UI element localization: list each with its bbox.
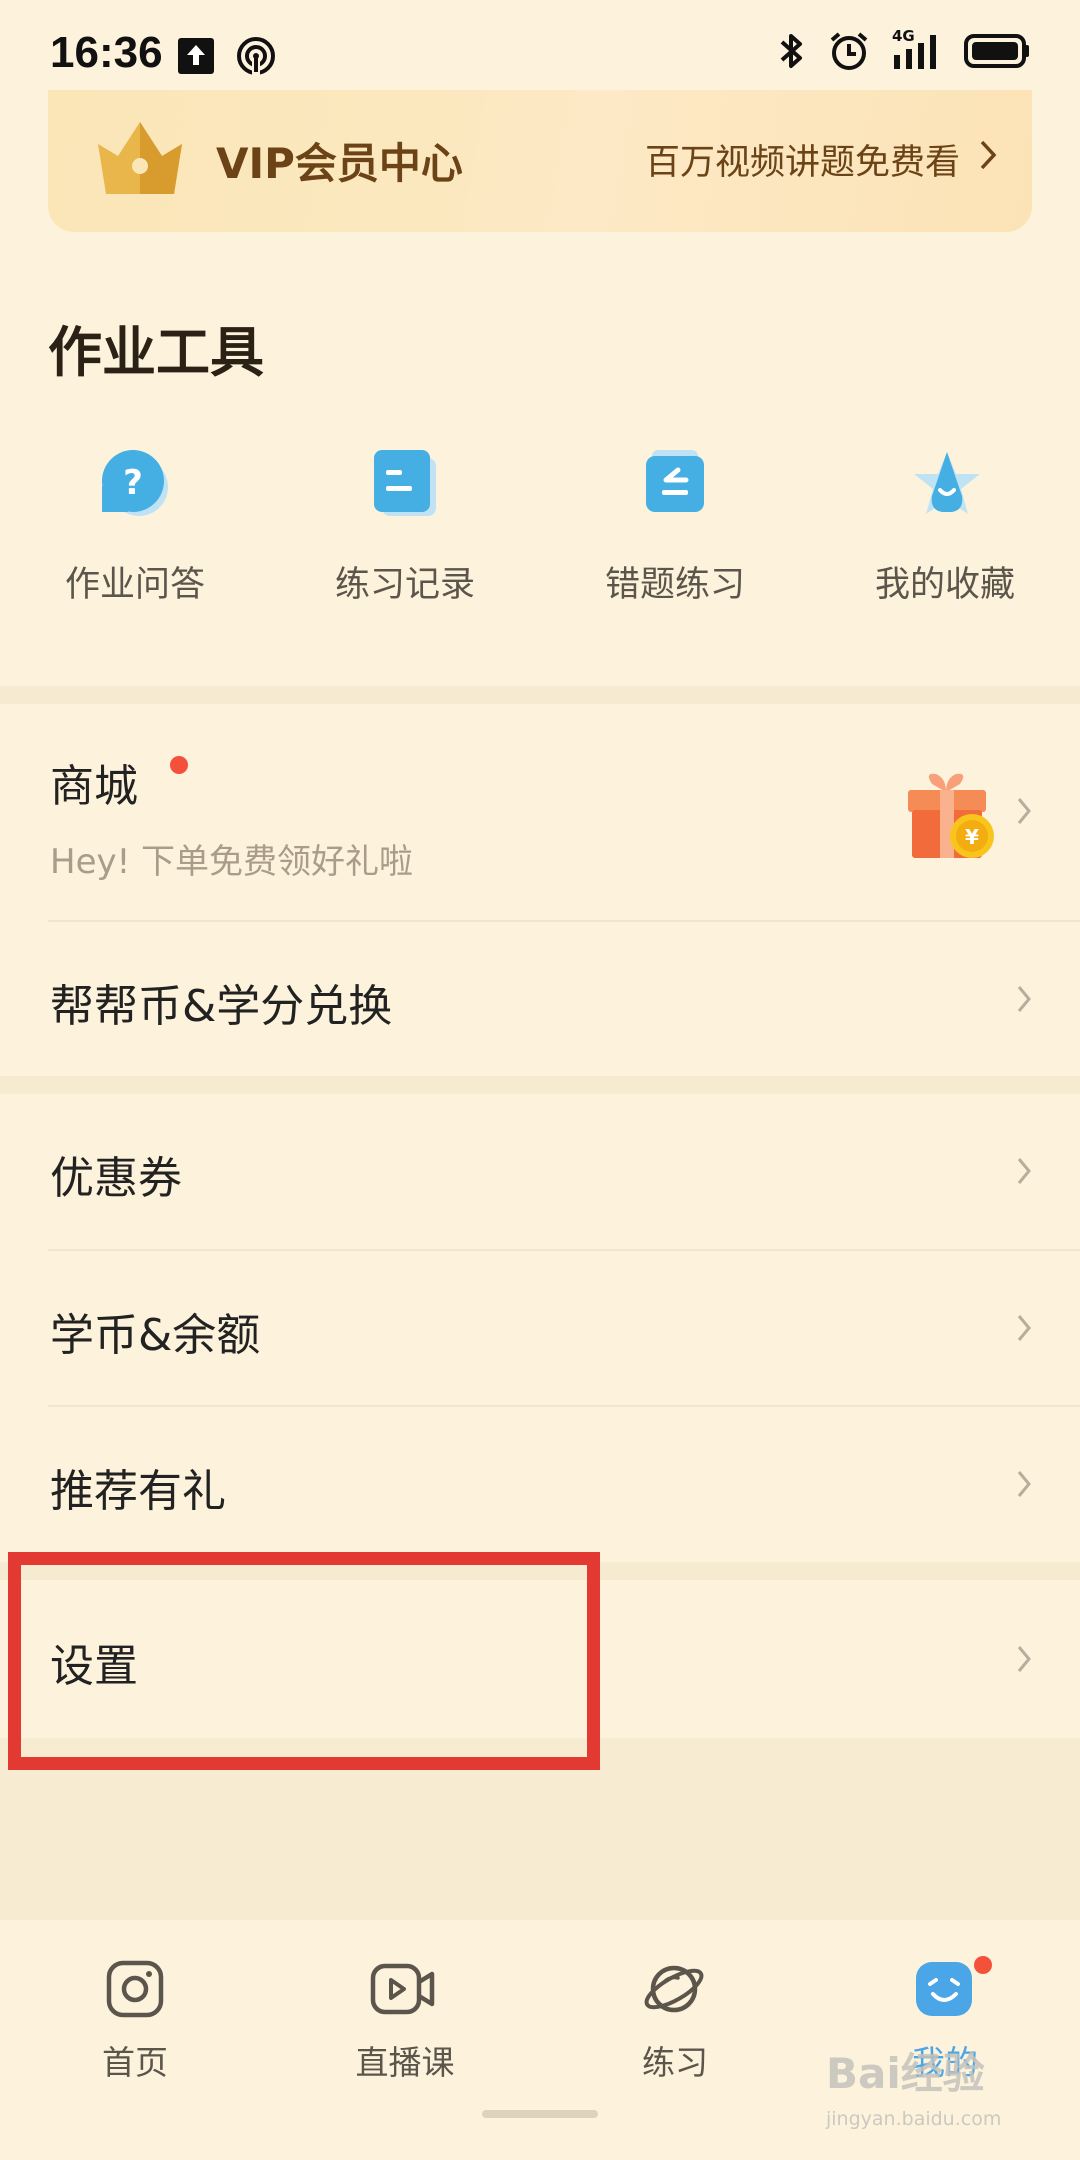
tool-my-collection[interactable]: 我的收藏 bbox=[810, 440, 1080, 620]
nav-home[interactable]: 首页 bbox=[0, 1944, 270, 2094]
balance-label: 学币&余额 bbox=[50, 1310, 261, 1361]
coupon-label: 优惠券 bbox=[50, 1153, 182, 1204]
vip-subtitle: 百万视频讲题免费看 bbox=[644, 143, 960, 183]
question-bubble-icon: ? bbox=[102, 450, 168, 516]
wrong-question-icon bbox=[642, 450, 708, 516]
nav-label: 直播课 bbox=[355, 2043, 455, 2082]
mall-title: 商城 bbox=[50, 761, 138, 812]
section-divider bbox=[0, 686, 1080, 704]
referral-label: 推荐有礼 bbox=[50, 1466, 226, 1517]
battery-icon bbox=[964, 34, 1029, 68]
tool-label: 我的收藏 bbox=[874, 565, 1015, 605]
chevron-right-icon bbox=[1016, 984, 1032, 1018]
svg-text:¥: ¥ bbox=[965, 825, 979, 849]
vip-title: VIP会员中心 bbox=[216, 139, 463, 188]
settings-highlight-box bbox=[8, 1552, 600, 1770]
crown-icon bbox=[92, 116, 188, 206]
svg-text:?: ? bbox=[123, 463, 143, 503]
chevron-right-icon bbox=[1016, 1313, 1032, 1347]
mall-row[interactable]: 商城 Hey! 下单免费领好礼啦 ¥ bbox=[0, 704, 1080, 920]
nav-label: 练习 bbox=[642, 2043, 708, 2082]
status-icons: 4G bbox=[778, 27, 1030, 72]
tool-wrong-questions[interactable]: 错题练习 bbox=[540, 440, 810, 620]
signal-icon: 4G bbox=[892, 27, 942, 71]
alarm-icon bbox=[830, 32, 868, 70]
chevron-right-icon bbox=[1016, 1156, 1032, 1190]
star-collection-icon bbox=[912, 450, 980, 516]
exchange-label: 帮帮币&学分兑换 bbox=[50, 981, 393, 1032]
vip-banner[interactable]: VIP会员中心 百万视频讲题免费看 bbox=[48, 90, 1032, 232]
record-note-icon bbox=[372, 450, 438, 516]
tool-practice-record[interactable]: 练习记录 bbox=[270, 440, 540, 620]
balance-row[interactable]: 学币&余额 bbox=[0, 1251, 1080, 1405]
home-indicator[interactable] bbox=[482, 2110, 598, 2118]
tool-label: 错题练习 bbox=[604, 565, 745, 605]
chevron-right-icon bbox=[1016, 796, 1032, 830]
nav-badge-dot bbox=[974, 1956, 992, 1974]
smiley-profile-icon bbox=[916, 1960, 974, 2022]
section-divider bbox=[0, 1076, 1080, 1094]
mall-subtitle: Hey! 下单免费领好礼啦 bbox=[50, 842, 414, 882]
tool-homework-qa[interactable]: ? 作业问答 bbox=[0, 440, 270, 620]
watermark: Bai经验 jingyan.baidu.com bbox=[826, 2040, 1026, 2150]
chevron-right-icon bbox=[1016, 1469, 1032, 1503]
mall-badge-dot bbox=[170, 756, 188, 774]
upload-notification-icon bbox=[178, 38, 214, 74]
watermark-logo: Bai经验 bbox=[826, 2049, 985, 2098]
chevron-right-icon bbox=[978, 138, 998, 176]
gift-coin-icon: ¥ bbox=[906, 770, 998, 870]
status-time: 16:36 bbox=[50, 28, 163, 77]
live-video-icon bbox=[370, 1960, 436, 2022]
bluetooth-icon bbox=[780, 34, 802, 68]
home-camera-icon bbox=[106, 1960, 164, 2022]
coupon-row[interactable]: 优惠券 bbox=[0, 1094, 1080, 1248]
tool-label: 作业问答 bbox=[64, 565, 205, 605]
nav-practice[interactable]: 练习 bbox=[540, 1944, 810, 2094]
referral-row[interactable]: 推荐有礼 bbox=[0, 1407, 1080, 1562]
watermark-url: jingyan.baidu.com bbox=[826, 2108, 1002, 2130]
tool-label: 练习记录 bbox=[334, 565, 475, 605]
hotspot-icon bbox=[236, 36, 276, 80]
planet-icon bbox=[642, 1960, 706, 2022]
nav-live[interactable]: 直播课 bbox=[270, 1944, 540, 2094]
chevron-right-icon bbox=[1016, 1644, 1032, 1678]
exchange-row[interactable]: 帮帮币&学分兑换 bbox=[0, 922, 1080, 1076]
tools-section-title: 作业工具 bbox=[48, 321, 264, 384]
nav-label: 首页 bbox=[102, 2043, 168, 2082]
